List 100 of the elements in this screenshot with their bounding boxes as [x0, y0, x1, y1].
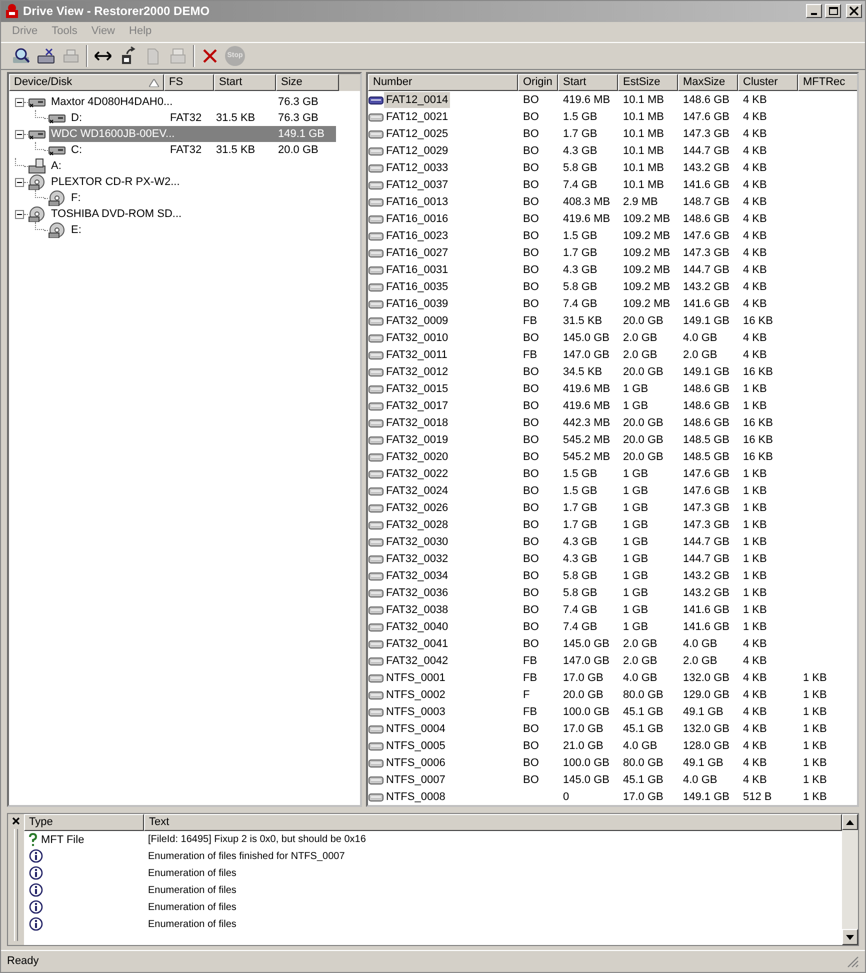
table-cell[interactable]: NTFS_0001: [384, 670, 448, 686]
table-cell[interactable]: NTFS_0006: [384, 754, 448, 772]
table-cell: 147.6 GB: [683, 230, 730, 242]
tree-item[interactable]: D: FAT32 31.5 KB 76.3 GB: [69, 110, 336, 126]
column-header[interactable]: Size: [276, 74, 339, 92]
table-cell[interactable]: NTFS_0003: [384, 704, 448, 720]
expander-icon[interactable]: [15, 130, 24, 139]
table-cell[interactable]: FAT32_0026: [384, 500, 450, 516]
table-cell[interactable]: FAT16_0031: [384, 262, 450, 278]
table-cell[interactable]: FAT32_0011: [384, 346, 450, 364]
table-cell[interactable]: NTFS_0007: [384, 772, 448, 788]
table-cell[interactable]: FAT12_0014: [384, 92, 450, 108]
table-cell: 5.8 GB: [563, 162, 598, 174]
table-cell: BO: [523, 638, 539, 650]
table-cell: 144.7 GB: [683, 144, 730, 157]
close-icon[interactable]: [12, 817, 20, 826]
table-cell[interactable]: FAT32_0034: [384, 568, 450, 584]
table-cell[interactable]: FAT12_0033: [384, 160, 450, 176]
table-cell[interactable]: FAT16_0027: [384, 244, 450, 262]
tree-item[interactable]: E:: [69, 222, 336, 238]
table-cell[interactable]: NTFS_0005: [384, 738, 448, 754]
table-cell: 2.0 GB: [623, 348, 658, 361]
table-cell[interactable]: FAT32_0041: [384, 636, 450, 652]
table-cell: 80.0 GB: [623, 688, 664, 701]
tree-item[interactable]: A:: [49, 158, 336, 174]
maximize-button[interactable]: [825, 4, 841, 18]
column-header[interactable]: Start: [558, 74, 618, 92]
table-cell[interactable]: FAT32_0015: [384, 380, 450, 398]
table-cell: 109.2 MB: [623, 298, 670, 310]
table-cell[interactable]: FAT12_0029: [384, 142, 450, 160]
table-cell[interactable]: FAT32_0020: [384, 448, 450, 466]
table-cell[interactable]: FAT16_0035: [384, 278, 450, 296]
table-cell[interactable]: NTFS_0002: [384, 686, 448, 704]
sort-icon: [149, 78, 159, 87]
scroll-down-button[interactable]: [842, 929, 858, 946]
table-cell[interactable]: FAT32_0010: [384, 330, 450, 346]
cd-drive-icon: [28, 174, 46, 190]
column-header[interactable]: Start: [214, 74, 276, 92]
table-cell: 4 KB: [743, 688, 767, 701]
table-cell[interactable]: FAT32_0009: [384, 312, 450, 330]
table-cell: 1 KB: [743, 586, 767, 599]
table-cell: 143.2 GB: [683, 280, 730, 293]
minimize-button[interactable]: [806, 4, 822, 18]
resize-grip-icon[interactable]: [847, 956, 859, 968]
table-cell[interactable]: FAT12_0025: [384, 126, 450, 142]
table-cell[interactable]: FAT12_0037: [384, 176, 450, 194]
table-cell[interactable]: FAT32_0032: [384, 550, 450, 568]
column-header[interactable]: Type: [24, 814, 144, 832]
table-cell[interactable]: FAT16_0023: [384, 228, 450, 244]
table-cell: BO: [523, 536, 539, 548]
column-header[interactable]: FS: [164, 74, 214, 92]
close-button[interactable]: [846, 4, 862, 18]
table-cell: 1 GB: [623, 570, 648, 582]
column-header[interactable]: MaxSize: [678, 74, 738, 92]
scroll-up-button[interactable]: [842, 814, 858, 830]
expander-icon[interactable]: [15, 98, 24, 107]
table-cell: 17.0 GB: [623, 790, 664, 803]
expander-icon[interactable]: [15, 210, 24, 219]
table-cell[interactable]: NTFS_0004: [384, 720, 448, 738]
table-cell[interactable]: FAT32_0042: [384, 652, 450, 670]
floppy-drive-icon: [28, 158, 46, 174]
column-header[interactable]: Origin: [518, 74, 558, 92]
log-message: [FileId: 16495] Fixup 2 is 0x0, but should be 0x16: [148, 834, 366, 846]
table-cell[interactable]: FAT16_0039: [384, 296, 450, 312]
table-cell: 20.0 GB: [623, 434, 664, 446]
table-cell[interactable]: FAT32_0030: [384, 534, 450, 550]
tree-item[interactable]: C: FAT32 31.5 KB 20.0 GB: [69, 142, 336, 158]
column-header[interactable]: Number: [368, 74, 518, 92]
table-cell[interactable]: FAT16_0013: [384, 194, 450, 210]
table-cell: 10.1 MB: [623, 144, 664, 157]
table-cell[interactable]: FAT32_0022: [384, 466, 450, 482]
column-header[interactable]: MFTRec: [798, 74, 857, 92]
table-cell[interactable]: FAT32_0018: [384, 414, 450, 432]
table-cell[interactable]: FAT32_0019: [384, 432, 450, 448]
table-cell: BO: [523, 450, 539, 463]
column-header[interactable]: EstSize: [618, 74, 678, 92]
table-cell[interactable]: NTFS_0008: [384, 788, 448, 806]
table-cell[interactable]: FAT32_0028: [384, 516, 450, 534]
table-cell[interactable]: FAT16_0016: [384, 210, 450, 228]
table-cell[interactable]: FAT32_0038: [384, 602, 450, 618]
table-cell: 1 KB: [803, 672, 827, 684]
table-cell[interactable]: FAT32_0017: [384, 398, 450, 414]
tree-item[interactable]: PLEXTOR CD-R PX-W2...: [49, 174, 336, 190]
table-cell[interactable]: FAT32_0012: [384, 364, 450, 380]
table-cell: 4 KB: [743, 94, 767, 106]
table-cell: BO: [523, 94, 539, 106]
table-cell[interactable]: FAT12_0021: [384, 108, 450, 126]
tree-item[interactable]: WDC WD1600JB-00EV... 149.1 GB: [49, 126, 336, 142]
table-cell: 148.6 GB: [683, 94, 730, 106]
table-cell[interactable]: FAT32_0036: [384, 584, 450, 602]
column-header[interactable]: Cluster: [738, 74, 798, 92]
tree-item[interactable]: Maxtor 4D080H4DAH0... 76.3 GB: [49, 94, 336, 110]
tree-item[interactable]: TOSHIBA DVD-ROM SD...: [49, 206, 336, 222]
table-cell: 4 KB: [743, 740, 767, 752]
cd-drive-icon: [28, 206, 46, 222]
table-cell[interactable]: FAT32_0024: [384, 482, 450, 500]
tree-item[interactable]: F:: [69, 190, 336, 206]
table-cell[interactable]: FAT32_0040: [384, 618, 450, 636]
expander-icon[interactable]: [15, 178, 24, 187]
column-header[interactable]: Text: [144, 814, 842, 832]
